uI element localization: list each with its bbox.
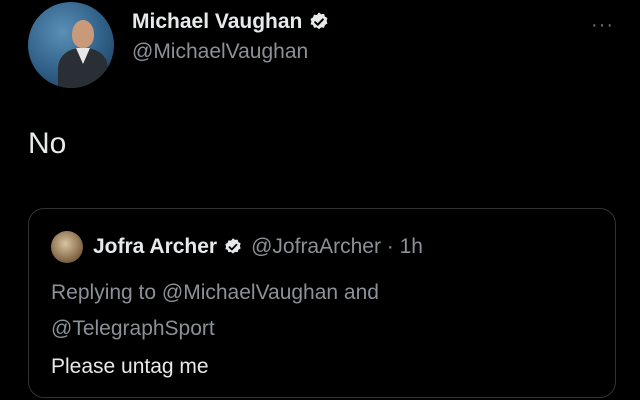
author-row: Michael Vaughan @MichaelVaughan [28, 2, 330, 88]
avatar[interactable] [28, 2, 114, 88]
replying-to: Replying to @MichaelVaughan and @Telegra… [51, 275, 615, 347]
replying-to-line-2[interactable]: @TelegraphSport [51, 311, 615, 347]
quoted-author-name[interactable]: Jofra Archer [93, 233, 217, 261]
tweet: Michael Vaughan @MichaelVaughan ··· No J… [0, 0, 640, 400]
tweet-text: No [28, 127, 67, 160]
author-names: Michael Vaughan @MichaelVaughan [132, 9, 330, 65]
replying-to-line-1[interactable]: Replying to @MichaelVaughan and [51, 275, 615, 311]
author-name-row[interactable]: Michael Vaughan [132, 9, 330, 35]
quoted-tweet-header: Jofra Archer @JofraArcher · 1h [51, 231, 615, 263]
quoted-tweet-card[interactable]: Jofra Archer @JofraArcher · 1h Replying … [28, 208, 616, 398]
quoted-avatar[interactable] [51, 231, 83, 263]
quoted-handle-time[interactable]: @JofraArcher · 1h [251, 233, 423, 261]
avatar-head-shape [72, 20, 94, 48]
author-handle[interactable]: @MichaelVaughan [132, 39, 330, 65]
more-options-icon[interactable]: ··· [591, 14, 614, 37]
quoted-tweet-text: Please untag me [51, 355, 209, 378]
author-name[interactable]: Michael Vaughan [132, 9, 302, 35]
verified-badge-icon [225, 238, 241, 254]
verified-badge-icon [310, 12, 328, 30]
